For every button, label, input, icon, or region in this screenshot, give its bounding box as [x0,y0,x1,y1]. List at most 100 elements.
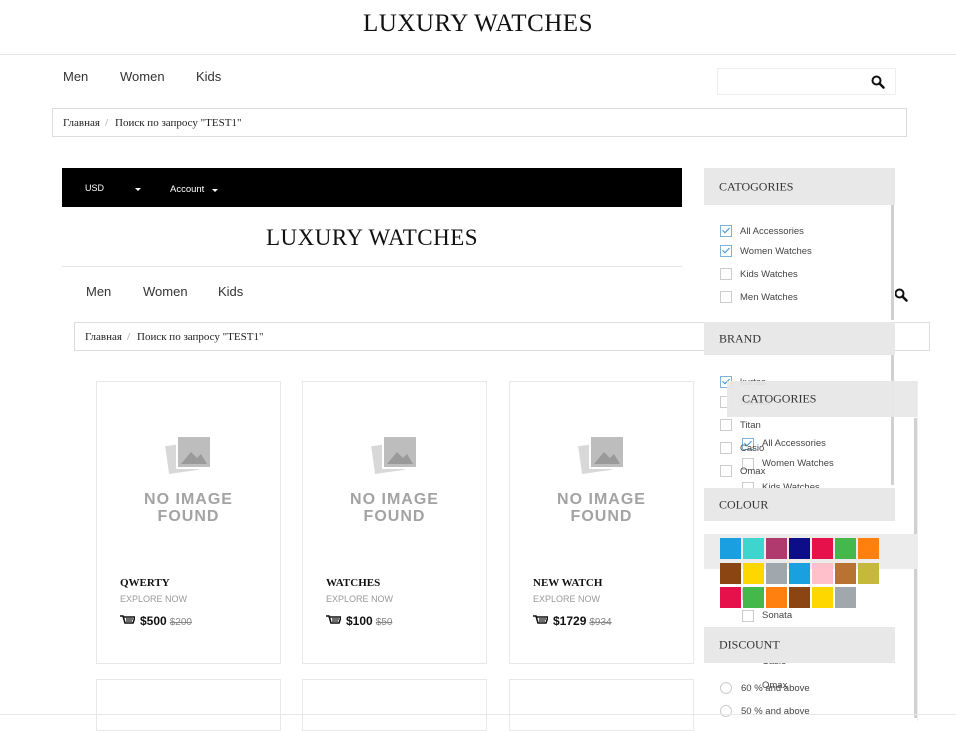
colour-swatch[interactable] [766,563,787,584]
account-menu[interactable]: Account [170,184,204,195]
colour-swatch[interactable] [720,563,741,584]
brand-header[interactable]: BRAND [704,322,895,355]
category-label: All Accessories [740,226,804,237]
overlay-item-label: All Accessories [762,438,826,449]
overlay-categories-header-top[interactable]: CATOGORIES [727,381,917,417]
price-old: $50 [375,617,393,628]
category-checkbox[interactable] [720,245,732,257]
search-icon[interactable] [871,75,885,89]
price-current: $100 [346,614,373,628]
explore-link[interactable]: EXPLORE NOW [120,594,187,604]
inner-nav-kids[interactable]: Kids [218,284,243,299]
product-card[interactable]: NO IMAGE FOUND QWERTY EXPLORE NOW $500 $200 [96,381,281,664]
nav-men[interactable]: Men [63,69,88,84]
inner-topbar: USD Account [62,168,682,207]
colour-swatch[interactable] [720,538,741,559]
discount-label: 50 % and above [741,706,810,717]
product-name[interactable]: WATCHES [326,577,380,589]
colour-swatch[interactable] [720,587,741,608]
product-card[interactable] [302,679,487,731]
image-placeholder-icon [578,435,625,474]
product-card[interactable] [96,679,281,731]
header-divider [0,54,956,55]
categories-scrollbar[interactable] [891,205,894,320]
product-card[interactable] [509,679,694,731]
discount-radio[interactable] [720,705,732,717]
colour-swatch[interactable] [812,587,833,608]
inner-search-icon[interactable] [894,288,908,302]
colour-swatch[interactable] [766,538,787,559]
cart-icon[interactable] [533,615,548,626]
currency-caret-icon[interactable] [135,188,141,191]
no-image-text: NO IMAGE FOUND [144,491,233,525]
price-current: $500 [140,614,167,628]
inner-nav-women[interactable]: Women [143,284,188,299]
overlay-item-label: Women Watches [762,458,834,469]
brand-label: Casio [740,443,765,454]
explore-link[interactable]: EXPLORE NOW [326,594,393,604]
inner-site-logo[interactable]: LUXURY WATCHES [62,225,682,251]
account-caret-icon[interactable] [212,189,218,192]
colour-header[interactable]: COLOUR [704,488,895,521]
brand-label: Omax [740,466,766,477]
colour-swatch[interactable] [743,538,764,559]
colour-swatch[interactable] [835,587,856,608]
category-label: Kids Watches [740,269,798,280]
colour-swatch[interactable] [858,538,879,559]
search-input[interactable] [717,68,896,95]
inner-breadcrumb-home[interactable]: Главная [85,331,122,343]
currency-select[interactable]: USD [85,183,104,193]
no-image-text: NO IMAGE FOUND [350,491,439,525]
site-logo[interactable]: LUXURY WATCHES [0,10,956,38]
colour-swatch[interactable] [789,538,810,559]
colour-swatch[interactable] [789,563,810,584]
cart-icon[interactable] [120,615,135,626]
colour-swatch[interactable] [743,563,764,584]
brand-label: Titan [740,420,761,431]
product-price: $1729 $934 [533,614,612,628]
colour-swatch[interactable] [812,538,833,559]
category-checkbox[interactable] [720,291,732,303]
discount-radio[interactable] [720,682,732,694]
colour-swatch[interactable] [835,563,856,584]
category-checkbox[interactable] [720,225,732,237]
categories-header[interactable]: CATOGORIES [704,168,895,205]
breadcrumb-home[interactable]: Главная [63,117,100,129]
brand-checkbox[interactable] [720,419,732,431]
colour-swatch[interactable] [789,587,810,608]
colour-swatch[interactable] [766,587,787,608]
nav-kids[interactable]: Kids [196,69,221,84]
overlay-checkbox[interactable] [742,610,754,622]
brand-checkbox[interactable] [720,465,732,477]
page-bottom-divider [0,714,956,715]
breadcrumb-separator: / [105,116,109,129]
discount-header[interactable]: DISCOUNT [704,627,895,663]
product-card[interactable]: NO IMAGE FOUND WATCHES EXPLORE NOW $100 $50 [302,381,487,664]
cart-icon[interactable] [326,615,341,626]
nav-women[interactable]: Women [120,69,165,84]
overlay-brand-label: Sonata [762,610,793,621]
image-placeholder-icon [371,435,418,474]
explore-link[interactable]: EXPLORE NOW [533,594,600,604]
colour-swatch[interactable] [858,563,879,584]
price-current: $1729 [553,614,587,628]
price-old: $200 [169,617,192,628]
colour-swatch[interactable] [743,587,764,608]
brand-scrollbar[interactable] [891,355,894,485]
product-price: $500 $200 [120,614,192,628]
colour-swatch[interactable] [812,563,833,584]
image-placeholder-icon [165,435,212,474]
inner-breadcrumb-separator: / [127,330,131,343]
inner-breadcrumb-current: Поиск по запросу "TEST1" [137,330,264,343]
inner-nav-men[interactable]: Men [86,284,111,299]
product-name[interactable]: NEW WATCH [533,577,602,589]
product-name[interactable]: QWERTY [120,577,170,589]
colour-swatch[interactable] [835,538,856,559]
category-checkbox[interactable] [720,268,732,280]
category-label: Men Watches [740,292,798,303]
product-card[interactable]: NO IMAGE FOUND NEW WATCH EXPLORE NOW $1729 $9… [509,381,694,664]
no-image-text: NO IMAGE FOUND [557,491,646,525]
brand-checkbox[interactable] [720,442,732,454]
category-label: Women Watches [740,246,812,257]
inner-header-divider [62,266,682,267]
